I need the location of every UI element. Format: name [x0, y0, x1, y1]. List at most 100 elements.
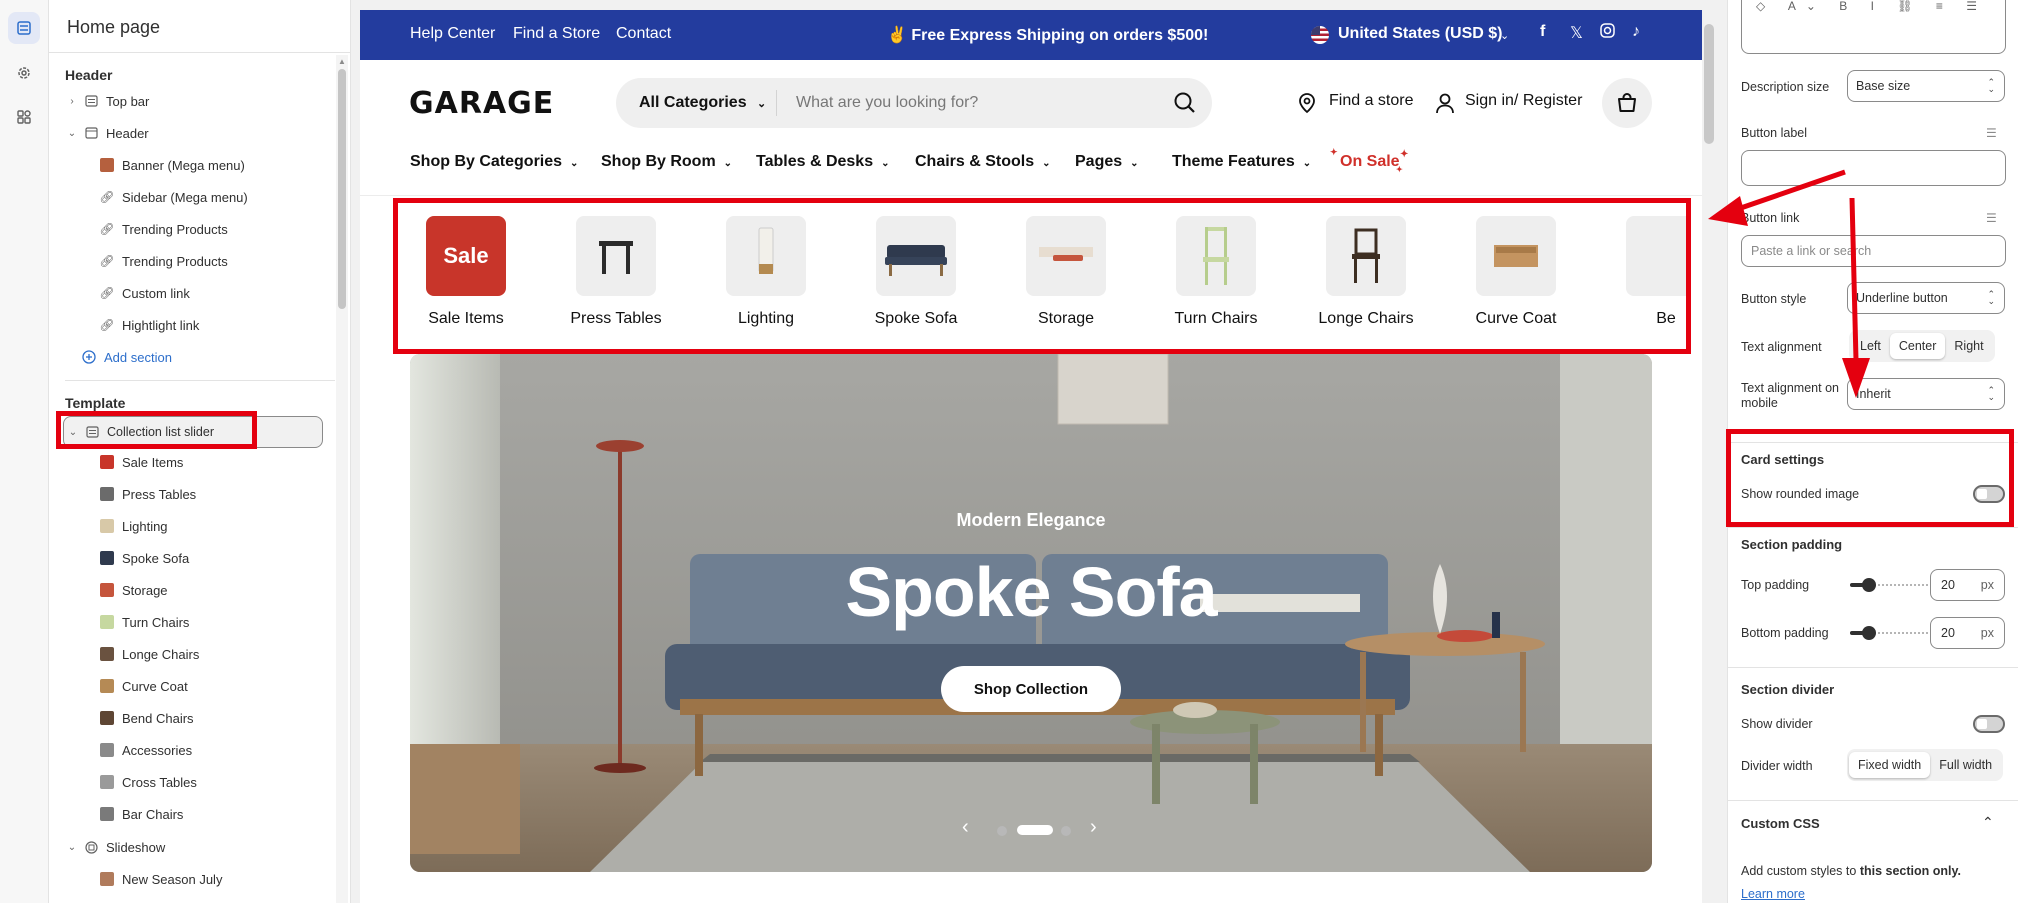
chevron-down-icon[interactable]: ⌄	[65, 128, 79, 139]
button-link-input[interactable]: Paste a link or search	[1741, 235, 2006, 267]
x-twitter-icon[interactable]: 𝕏	[1570, 23, 1583, 43]
find-a-store-link[interactable]: Find a Store	[513, 25, 600, 43]
bottom-padding-label: Bottom padding	[1741, 626, 1829, 640]
sections-scrollbar[interactable]: ▲	[336, 55, 348, 903]
tree-item-collection[interactable]: Press Tables	[99, 480, 196, 508]
help-center-link[interactable]: Help Center	[410, 25, 495, 43]
slide-prev-icon[interactable]: ‹	[962, 816, 969, 839]
cart-button[interactable]	[1602, 78, 1652, 128]
tree-item-new-season[interactable]: New Season July	[99, 865, 222, 893]
currency-selector[interactable]: United States (USD $)	[1338, 25, 1502, 43]
scrollbar-thumb[interactable]	[338, 69, 346, 309]
store-logo[interactable]: GARAGE	[409, 86, 554, 121]
full-width-option[interactable]: Full width	[1930, 752, 2001, 778]
align-left-option[interactable]: Left	[1851, 333, 1890, 359]
slide-dot-active[interactable]	[1017, 825, 1053, 835]
tree-item-collection[interactable]: Accessories	[99, 736, 192, 764]
description-size-select[interactable]: Base size ⌃ ⌄	[1847, 70, 2005, 102]
tree-item-collection[interactable]: Spoke Sofa	[99, 544, 189, 572]
tree-item-label: Longe Chairs	[122, 646, 200, 662]
slide-dot[interactable]	[997, 826, 1007, 836]
tree-item-collection[interactable]: Bar Chairs	[99, 800, 183, 828]
tree-item-collection[interactable]: Lighting	[99, 512, 168, 540]
tree-item-slideshow[interactable]: ⌄ Slideshow	[65, 833, 165, 861]
chevron-right-icon[interactable]: ›	[65, 96, 79, 107]
tree-item-collection[interactable]: Turn Chairs	[99, 608, 189, 636]
tree-item-label: Top bar	[106, 93, 150, 109]
instagram-icon[interactable]	[1600, 23, 1615, 43]
slide-next-icon[interactable]: ›	[1090, 816, 1097, 839]
category-select[interactable]: All Categories ⌄	[639, 94, 766, 112]
chevron-down-icon[interactable]: ⌄	[1500, 29, 1509, 42]
nav-pages[interactable]: Pages ⌄	[1075, 153, 1139, 171]
scrollbar-thumb[interactable]	[1704, 24, 1714, 144]
add-section-button[interactable]: Add section	[81, 343, 172, 371]
text-alignment-mobile-select[interactable]: Inherit ⌃ ⌄	[1847, 378, 2005, 410]
sign-in-link[interactable]: Sign in/ Register	[1465, 92, 1582, 110]
tree-item-collection[interactable]: Storage	[99, 576, 168, 604]
align-right-option[interactable]: Right	[1945, 333, 1992, 359]
template-group-heading: Template	[65, 395, 126, 411]
nav-on-sale[interactable]: On Sale ✦ ✦ ✦	[1330, 147, 1408, 174]
description-editor[interactable]: ◇ A⌄ B I ⛓ ≡ ☰	[1741, 0, 2006, 54]
location-pin-icon	[1297, 92, 1317, 119]
divider-width-label: Divider width	[1741, 759, 1813, 773]
top-padding-input[interactable]: 20 px	[1930, 569, 2005, 601]
bottom-padding-slider[interactable]	[1850, 626, 1930, 640]
align-center-option[interactable]: Center	[1889, 333, 1946, 359]
nav-shop-by-categories[interactable]: Shop By Categories ⌄	[410, 153, 578, 171]
database-icon[interactable]: ☰	[1986, 126, 2000, 140]
tree-item-header[interactable]: ⌄ Header	[65, 119, 149, 147]
database-icon[interactable]: ☰	[1986, 211, 2000, 225]
button-label-input[interactable]	[1741, 150, 2006, 186]
tree-item-top-bar[interactable]: › Top bar	[65, 87, 149, 115]
tree-item-collection[interactable]: Longe Chairs	[99, 640, 199, 668]
rich-text-toolbar-icons[interactable]: ◇ A⌄ B I ⛓ ≡ ☰	[1756, 0, 1987, 13]
shopping-bag-icon	[1618, 93, 1636, 112]
nav-shop-by-room[interactable]: Shop By Room ⌄	[601, 153, 732, 171]
nav-chairs-stools[interactable]: Chairs & Stools ⌄	[915, 153, 1051, 171]
search-icon[interactable]	[1172, 90, 1198, 116]
collection-thumbnail-icon	[99, 550, 115, 566]
collection-thumbnail-icon	[99, 518, 115, 534]
tree-item-collection[interactable]: Sale Items	[99, 448, 183, 476]
bottom-padding-input[interactable]: 20 px	[1930, 617, 2005, 649]
tree-item-collection[interactable]: Bend Chairs	[99, 704, 194, 732]
top-padding-slider[interactable]	[1850, 578, 1930, 592]
facebook-icon[interactable]: f	[1540, 23, 1545, 41]
nav-tables-desks[interactable]: Tables & Desks ⌄	[756, 153, 889, 171]
tree-item-collection[interactable]: Cross Tables	[99, 768, 197, 796]
preview-scrollbar[interactable]	[1702, 10, 1716, 903]
contact-link[interactable]: Contact	[616, 25, 671, 43]
image-block-icon	[99, 157, 115, 173]
tree-item-banner[interactable]: Banner (Mega menu)	[99, 151, 245, 179]
find-store-link[interactable]: Find a store	[1329, 92, 1413, 110]
gear-icon[interactable]	[14, 63, 34, 83]
tree-item-collection[interactable]: Curve Coat	[99, 672, 188, 700]
scroll-up-icon[interactable]: ▲	[338, 57, 346, 66]
fixed-width-option[interactable]: Fixed width	[1849, 752, 1931, 778]
tree-item-trending-1[interactable]: 🔗︎ Trending Products	[99, 215, 228, 243]
tree-item-trending-2[interactable]: 🔗︎ Trending Products	[99, 247, 227, 275]
learn-more-link[interactable]: Learn more	[1741, 887, 1805, 901]
nav-theme-features[interactable]: Theme Features ⌄	[1172, 153, 1311, 171]
tree-item-highlight-link[interactable]: 🔗︎ Hightlight link	[99, 311, 199, 339]
slider-knob[interactable]	[1862, 626, 1876, 640]
tree-item-custom-link[interactable]: 🔗︎ Custom link	[99, 279, 190, 307]
chevron-up-icon[interactable]: ⌃	[1982, 814, 1994, 831]
tree-item-label: Trending Products	[122, 221, 228, 237]
shop-collection-button[interactable]: Shop Collection	[941, 666, 1121, 712]
slide-dot[interactable]	[1061, 826, 1071, 836]
apps-icon[interactable]	[14, 107, 34, 127]
link-icon: 🔗︎	[99, 254, 115, 268]
chevron-down-icon[interactable]: ⌄	[65, 842, 79, 853]
select-arrows-icon: ⌃ ⌄	[1987, 289, 1995, 306]
tiktok-icon[interactable]: ♪	[1632, 23, 1640, 41]
annotation-box-selected-section	[56, 411, 257, 449]
sections-icon[interactable]	[8, 12, 40, 44]
button-style-select[interactable]: Underline button ⌃ ⌄	[1847, 282, 2005, 314]
tree-item-sidebar[interactable]: 🔗︎ Sidebar (Mega menu)	[99, 183, 247, 211]
search-input[interactable]	[796, 88, 1156, 118]
show-divider-toggle[interactable]	[1973, 715, 2005, 733]
slider-knob[interactable]	[1862, 578, 1876, 592]
